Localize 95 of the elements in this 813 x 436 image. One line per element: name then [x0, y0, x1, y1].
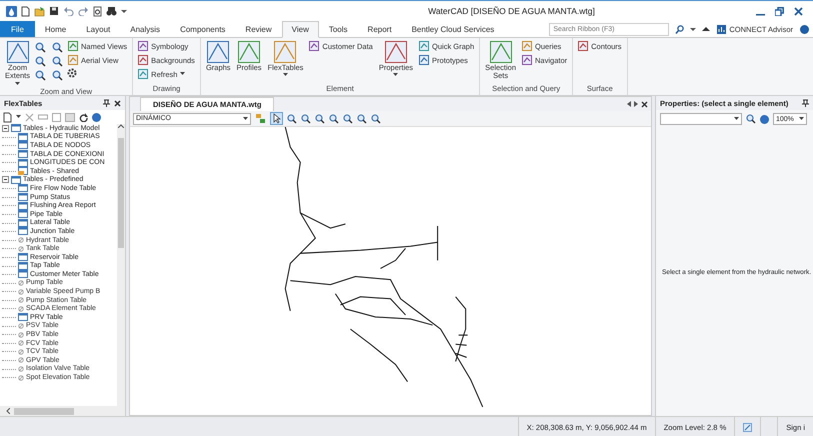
unavailable-icon — [18, 322, 24, 329]
file-menu-button[interactable]: File — [0, 21, 35, 37]
tool-icon — [419, 41, 430, 51]
app-drop-icon[interactable] — [6, 6, 17, 16]
dropdown-caret-icon[interactable] — [690, 26, 696, 32]
gear-icon[interactable] — [67, 68, 78, 78]
unavailable-icon — [18, 246, 24, 252]
table-icon — [18, 141, 28, 150]
pin-icon[interactable] — [103, 99, 110, 107]
unavailable-icon — [18, 357, 24, 364]
undo-icon[interactable] — [63, 6, 74, 16]
window-title: WaterCAD [DISEÑO DE AGUA MANTA.wtg] — [427, 6, 596, 16]
tool-icon — [6, 41, 28, 63]
tool-icon — [309, 41, 320, 51]
unavailable-icon — [18, 306, 24, 312]
ribbon-tab[interactable]: Review — [235, 21, 282, 37]
unavailable-icon — [18, 237, 24, 244]
unavailable-icon — [18, 280, 24, 286]
shared-table-icon — [18, 167, 28, 176]
tool-icon — [578, 41, 588, 51]
tool-icon — [384, 41, 407, 63]
tab-left-icon[interactable] — [627, 101, 631, 107]
tool-icon — [138, 55, 148, 65]
tab-right-icon[interactable] — [634, 101, 638, 107]
table-icon — [18, 184, 28, 192]
tool-icon — [68, 41, 78, 51]
tool-icon — [207, 41, 230, 63]
print-preview-icon[interactable] — [93, 6, 102, 16]
tool-icon — [419, 55, 430, 65]
table-icon — [18, 202, 28, 210]
unavailable-icon — [18, 366, 24, 372]
redo-icon[interactable] — [78, 6, 89, 16]
unavailable-icon — [18, 297, 24, 304]
scrollbar-thumb[interactable] — [14, 408, 74, 414]
scroll-left-icon[interactable] — [6, 408, 10, 414]
pointer-icon[interactable] — [270, 112, 283, 125]
network-status-icon[interactable] — [743, 422, 752, 432]
scrollbar-thumb[interactable] — [118, 138, 124, 248]
table-icon — [18, 218, 28, 227]
ribbon-tab[interactable]: Components — [170, 21, 236, 37]
tool-icon — [138, 41, 148, 51]
pin-icon[interactable] — [802, 99, 809, 107]
save-icon[interactable] — [49, 6, 59, 16]
close-icon[interactable] — [114, 100, 121, 106]
table-icon — [18, 150, 28, 158]
chart-box-icon — [717, 24, 726, 34]
unavailable-icon — [18, 288, 24, 295]
restore-icon[interactable] — [775, 6, 784, 16]
ribbon-tab[interactable]: Analysis — [120, 21, 170, 37]
table-icon — [11, 124, 21, 132]
table-icon — [18, 158, 28, 167]
ribbon-tab[interactable]: Layout — [76, 21, 120, 37]
table-icon — [18, 132, 28, 141]
new-page-icon[interactable] — [21, 6, 30, 16]
table-icon — [18, 193, 28, 202]
layers-icon[interactable] — [255, 113, 266, 124]
table-icon — [18, 210, 28, 218]
unavailable-icon — [18, 340, 24, 346]
tool-icon — [522, 55, 532, 65]
tool-icon — [490, 41, 512, 63]
tool-icon — [138, 69, 148, 79]
ribbon-tab[interactable]: Bentley Cloud Services — [402, 21, 504, 37]
dropdown-caret-icon — [799, 117, 804, 121]
tool-icon — [522, 41, 532, 51]
table-icon — [18, 313, 28, 322]
dropdown-caret-icon — [734, 117, 739, 121]
collapse-box-icon[interactable] — [2, 176, 9, 184]
close-icon[interactable] — [641, 100, 648, 108]
unavailable-icon — [18, 332, 24, 338]
ribbon-tab[interactable]: Home — [34, 21, 76, 37]
ribbon-tab[interactable]: View — [282, 21, 319, 38]
collapse-box-icon[interactable] — [2, 124, 9, 132]
table-icon — [18, 227, 28, 236]
unavailable-icon — [18, 348, 24, 355]
table-icon — [18, 253, 28, 262]
tool-icon — [238, 41, 260, 63]
ribbon-tab[interactable]: Tools — [318, 21, 358, 37]
scroll-up-icon[interactable] — [118, 124, 124, 128]
collapse-caret-icon[interactable] — [702, 26, 710, 32]
tool-icon — [274, 41, 296, 63]
search-icon[interactable] — [675, 24, 684, 34]
open-folder-icon[interactable] — [34, 6, 45, 16]
ribbon-tab[interactable]: Report — [358, 21, 402, 37]
table-icon — [18, 262, 28, 270]
table-icon — [11, 176, 21, 184]
dropdown-caret-icon — [243, 116, 248, 120]
tool-icon — [68, 55, 78, 65]
table-icon — [18, 270, 28, 278]
close-icon[interactable] — [794, 6, 803, 16]
dropdown-caret-icon — [16, 115, 21, 119]
unavailable-icon — [18, 374, 24, 381]
binoculars-icon[interactable] — [106, 6, 117, 16]
refresh-icon[interactable] — [79, 112, 88, 122]
new-page-icon[interactable] — [3, 112, 12, 122]
dropdown-caret-icon[interactable] — [121, 8, 127, 14]
